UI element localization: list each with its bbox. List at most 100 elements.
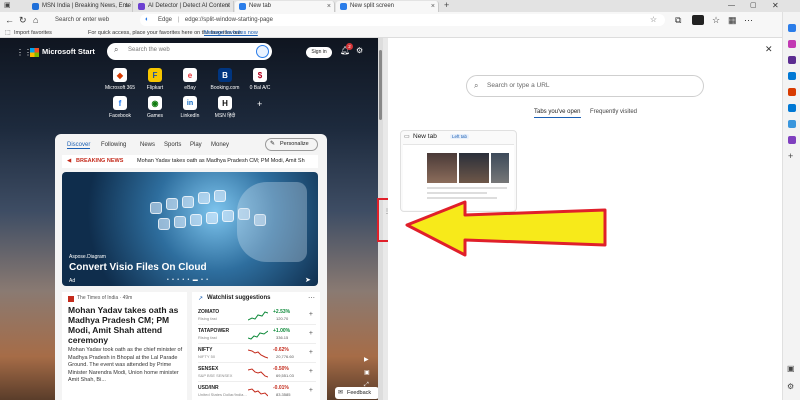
news-article-card[interactable]: The Times of India · 49m Mohan Yadav tak… <box>62 292 187 400</box>
manage-favorites-link[interactable]: Manage favorites now <box>204 28 258 38</box>
settings-gear-icon[interactable]: ⚙ <box>356 46 363 55</box>
designer-icon[interactable] <box>788 136 796 144</box>
tab-new-tab[interactable]: New tab × <box>235 1 335 12</box>
add-to-watchlist-icon[interactable]: + <box>309 349 313 356</box>
drop-icon[interactable] <box>788 120 796 128</box>
shortcut-msn-hindi[interactable]: H MSN हिंदी <box>206 96 244 119</box>
minimize-icon[interactable]: — <box>728 0 735 11</box>
shortcut-label: Booking.com <box>210 85 240 91</box>
close-icon[interactable]: × <box>125 1 129 12</box>
stock-subtitle: S&P BSE SENSEX <box>198 373 233 378</box>
stock-subtitle: Rising fast <box>198 335 217 340</box>
watchlist-row[interactable]: USD/INR United States Dollar/India... -0… <box>198 383 316 400</box>
hero-ad[interactable]: Aspose.Diagram Convert Visio Files On Cl… <box>62 172 318 286</box>
shortcut-facebook[interactable]: f Facebook <box>101 96 139 119</box>
shortcut-ebay[interactable]: e eBay <box>171 68 209 91</box>
close-icon[interactable]: × <box>327 1 331 12</box>
url-text: edge://split-window-starting-page <box>184 17 273 23</box>
breaking-news-headline[interactable]: Mohan Yadav takes oath as Madhya Pradesh… <box>137 155 315 168</box>
article-headline[interactable]: Mohan Yadav takes oath as Madhya Pradesh… <box>68 305 184 345</box>
address-bar[interactable]: ◐ Edge | edge://split-window-starting-pa… <box>140 14 665 26</box>
tab-frequently-visited[interactable]: Frequently visited <box>590 109 637 115</box>
favorites-icon[interactable]: ☆ <box>712 14 720 26</box>
msn-brand-title[interactable]: Microsoft Start <box>42 47 95 56</box>
shortcut-games[interactable]: ◉ Games <box>136 96 174 119</box>
office-icon[interactable] <box>788 88 796 96</box>
carousel-dots[interactable]: • • • • • ▬ • • <box>167 277 209 283</box>
maximize-icon[interactable]: ▢ <box>750 0 757 11</box>
tab-tabs-you-have-open[interactable]: Tabs you've open <box>534 109 581 118</box>
shopping-icon[interactable] <box>788 40 796 48</box>
next-arrow-icon[interactable]: ➤ <box>305 276 311 284</box>
games-icon[interactable] <box>788 72 796 80</box>
add-to-watchlist-icon[interactable]: + <box>309 330 313 337</box>
feedback-label: Feedback <box>347 390 372 396</box>
bing-icon[interactable] <box>256 45 269 58</box>
signin-button[interactable]: Sign in <box>306 47 332 58</box>
ebay-icon: e <box>183 68 197 82</box>
watchlist-card: ↗ Watchlist suggestions ⋯ ZOMATO Rising … <box>192 292 320 400</box>
close-icon[interactable]: × <box>226 1 230 12</box>
sidebar-settings-gear-icon[interactable]: ⚙ <box>787 382 794 391</box>
preview-image <box>459 153 489 183</box>
linkedin-icon: in <box>183 96 197 110</box>
outlook-icon[interactable] <box>788 104 796 112</box>
tab-msn[interactable]: MSN India | Breaking News, Ente × <box>28 1 133 12</box>
split-screen-icon[interactable] <box>692 15 704 25</box>
feed-tab-news[interactable]: News <box>140 142 155 148</box>
watchlist-row[interactable]: SENSEX S&P BSE SENSEX -0.50% 69,551.03 + <box>198 364 316 382</box>
add-to-watchlist-icon[interactable]: + <box>309 311 313 318</box>
collections-icon[interactable]: ▦ <box>728 14 737 26</box>
tab-actions-icon[interactable]: ▣ <box>4 1 11 9</box>
search-icon: ⌕ <box>114 45 119 54</box>
msn-search-box[interactable]: ⌕ Search the web <box>107 43 272 60</box>
personalize-button[interactable]: ✎ Personalize <box>265 138 318 151</box>
add-to-watchlist-icon[interactable]: + <box>309 387 313 394</box>
tab-title: New split screen <box>350 3 395 9</box>
search-sidebar-icon[interactable] <box>788 24 796 32</box>
shortcut-booking[interactable]: B Booking.com <box>206 68 244 91</box>
tools-icon[interactable] <box>788 56 796 64</box>
new-tab-plus-icon[interactable]: + <box>444 0 449 11</box>
feedback-button[interactable]: ✉ Feedback <box>335 387 379 399</box>
shortcut-microsoft-365[interactable]: ◆ Microsoft 365 <box>101 68 139 91</box>
add-shortcut-plus-icon[interactable]: + <box>257 99 262 109</box>
left-pane-address-field[interactable]: Search or enter web address <box>55 14 130 35</box>
close-icon[interactable]: × <box>431 1 435 12</box>
add-sidebar-app-icon[interactable]: + <box>788 152 793 161</box>
hero-title[interactable]: Convert Visio Files On Cloud <box>69 262 207 273</box>
tab-new-split-screen[interactable]: New split screen × <box>336 1 439 12</box>
shortcut-0-bal-ac[interactable]: $0 Bal A/C <box>241 68 279 91</box>
video-icon[interactable]: ▶ <box>364 356 369 363</box>
chat-icon[interactable]: ▣ <box>364 369 370 376</box>
home-icon[interactable]: ⌂ <box>33 14 38 26</box>
refresh-icon[interactable]: ↻ <box>19 14 27 26</box>
back-icon[interactable]: ← <box>5 14 14 26</box>
feed-tab-play[interactable]: Play <box>190 142 202 148</box>
extensions-icon[interactable]: ⧉ <box>675 14 681 26</box>
shortcut-label: 0 Bal A/C <box>249 85 271 91</box>
watchlist-row[interactable]: NIFTY NIFTY 50 -0.62% 20,776.60 + <box>198 345 316 363</box>
more-options-icon[interactable]: ⋯ <box>744 14 753 26</box>
close-window-icon[interactable]: ✕ <box>772 0 779 11</box>
watchlist-row[interactable]: ZOMATO Rising fast +2.53% 120.70 + <box>198 307 316 325</box>
shortcut-linkedin[interactable]: in LinkedIn <box>171 96 209 119</box>
watchlist-row[interactable]: TATAPOWER Rising fast +1.00% 336.15 + <box>198 326 316 344</box>
tab-ai-detector[interactable]: AI Detector | Detect AI Content × <box>134 1 234 12</box>
favorite-star-icon[interactable]: ☆ <box>650 14 657 26</box>
feed-tab-discover[interactable]: Discover <box>67 142 91 149</box>
add-to-watchlist-icon[interactable]: + <box>309 368 313 375</box>
more-options-icon[interactable]: ⋯ <box>308 294 315 302</box>
stock-subtitle: Rising fast <box>198 316 217 321</box>
breaking-news-bar[interactable]: ◀ BREAKING NEWS Mohan Yadav takes oath a… <box>62 155 318 168</box>
import-favorites-link[interactable]: Import favorites <box>14 28 52 38</box>
close-split-icon[interactable]: ✕ <box>765 44 773 55</box>
feed-tab-following[interactable]: Following <box>101 142 126 148</box>
scrollbar-thumb[interactable] <box>379 50 382 120</box>
shortcut-flipkart[interactable]: F Flipkart <box>136 68 174 91</box>
newtab-search-box[interactable]: ⌕ Search or type a URL <box>466 75 704 97</box>
feed-tab-money[interactable]: Money <box>211 142 229 148</box>
app-icon <box>214 190 226 202</box>
sidebar-layout-icon[interactable]: ▣ <box>787 364 795 373</box>
feed-tab-sports[interactable]: Sports <box>164 142 181 148</box>
